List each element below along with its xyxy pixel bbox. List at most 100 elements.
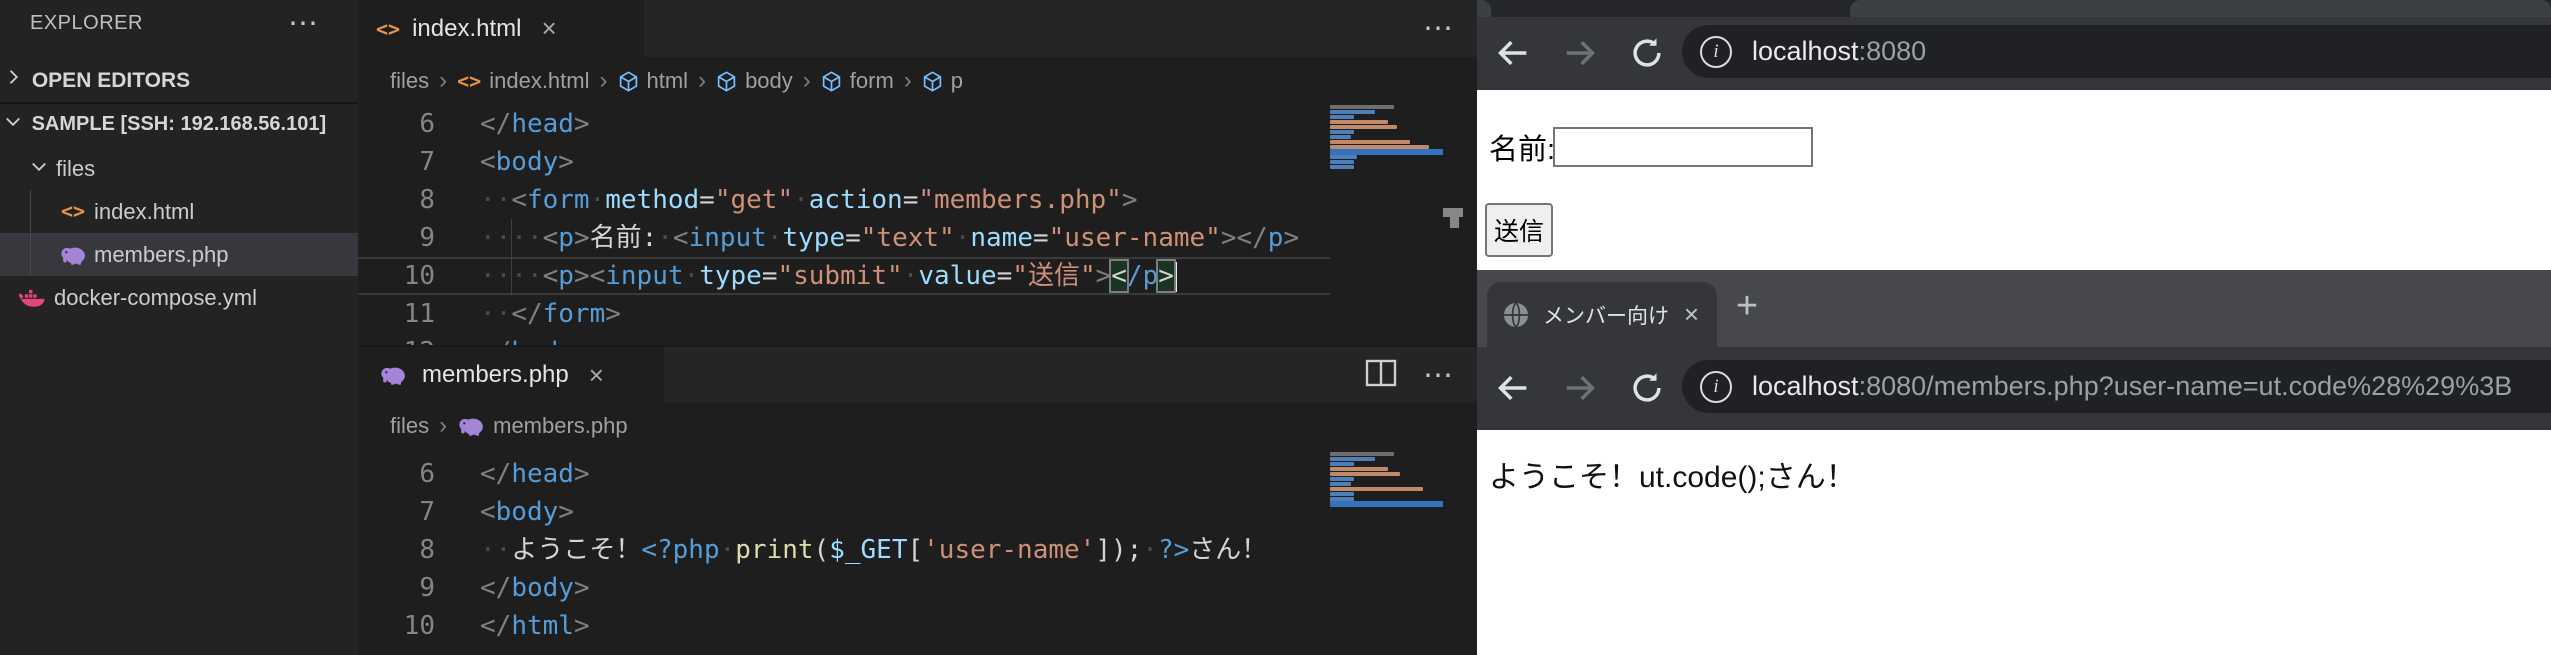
browser-tabstrip: [1477, 0, 2551, 17]
code-editor-members-php[interactable]: 5····<title>メンバー向け</title>6</head>7<body…: [358, 448, 1330, 655]
back-button[interactable]: [1491, 31, 1535, 75]
browser-page-result: ようこそ！ut.code();さん！: [1477, 430, 2551, 655]
browser-tabbar: メンバー向け × +: [1477, 270, 2551, 347]
name-label: 名前:: [1489, 126, 1555, 168]
code-line-7: 7<body>: [358, 493, 1330, 531]
code-line-10: 10</html>: [358, 607, 1330, 645]
breadcrumb-item-files[interactable]: files: [390, 68, 429, 94]
browser-tab-fragment[interactable]: [1477, 0, 1491, 17]
editor-group-2-tabbar: members.php × ⋯: [358, 345, 1477, 403]
forward-button[interactable]: [1558, 31, 1602, 75]
tab-close-icon[interactable]: ×: [1684, 299, 1699, 330]
file-label: docker-compose.yml: [54, 276, 257, 319]
tree-indent-guide: [30, 190, 31, 276]
explorer-file-members-php[interactable]: members.php: [0, 233, 414, 276]
breadcrumb: files › members.php: [358, 403, 1477, 448]
editor-group-1-tabbar: <> index.html × ⋯: [358, 0, 1477, 57]
breadcrumb-separator: ›: [439, 67, 447, 95]
breadcrumb: files›<>index.html›html›body›form›p: [358, 57, 1477, 105]
breadcrumb-item-body[interactable]: body: [716, 68, 793, 94]
editor-more-icon[interactable]: ⋯: [1423, 358, 1453, 393]
php-file-icon: [56, 243, 90, 267]
url-host: localhost: [1752, 371, 1859, 401]
tab-label: index.html: [412, 15, 521, 43]
chevron-down-icon: [0, 104, 26, 145]
breadcrumb-separator: ›: [439, 412, 447, 440]
open-editors-section[interactable]: OPEN EDITORS: [0, 60, 358, 102]
browser-window-top: i localhost:8080 名前: 送信: [1477, 0, 2551, 270]
close-icon[interactable]: ×: [589, 360, 604, 391]
chevron-down-icon: [26, 147, 52, 190]
explorer-more-icon[interactable]: ⋯: [288, 6, 318, 41]
url-text[interactable]: localhost:8080: [1752, 36, 1926, 67]
browser-page-form: 名前: 送信: [1477, 90, 2551, 270]
explorer-sidebar: EXPLORER ⋯ OPEN EDITORS SAMPLE [SSH: 192…: [0, 0, 358, 655]
reload-button[interactable]: [1625, 31, 1669, 75]
workspace-section[interactable]: SAMPLE [SSH: 192.168.56.101]: [0, 103, 358, 145]
editor-more-icon[interactable]: ⋯: [1423, 11, 1453, 46]
back-button[interactable]: [1491, 366, 1535, 410]
explorer-header: EXPLORER ⋯: [0, 0, 358, 48]
code-line-7: 7<body>: [358, 143, 1330, 181]
breadcrumb-item-files[interactable]: files: [390, 413, 429, 439]
url-text[interactable]: localhost:8080/members.php?user-name=ut.…: [1752, 371, 2512, 402]
browser-tab-members[interactable]: メンバー向け ×: [1487, 282, 1717, 347]
cube-icon: [922, 71, 943, 92]
code-line-6: 6</head>: [358, 105, 1330, 143]
address-bar[interactable]: i localhost:8080/members.php?user-name=u…: [1682, 360, 2551, 413]
code-line-8: 8··<form·method="get"·action="members.ph…: [358, 181, 1330, 219]
minimap[interactable]: [1330, 452, 1443, 655]
file-label: files: [56, 147, 95, 190]
code-line-6: 6</head>: [358, 455, 1330, 493]
explorer-file-files[interactable]: files: [0, 147, 384, 190]
cube-icon: [716, 71, 737, 92]
minimap[interactable]: [1330, 105, 1443, 345]
reload-button[interactable]: [1625, 366, 1669, 410]
split-editor-icon[interactable]: [1365, 359, 1397, 392]
code-editor-index-html[interactable]: 6</head>7<body>8··<form·method="get"·act…: [358, 105, 1330, 345]
breadcrumb-separator: ›: [698, 67, 706, 95]
breadcrumb-item-p[interactable]: p: [922, 68, 963, 94]
workspace-label: SAMPLE [SSH: 192.168.56.101]: [32, 113, 327, 135]
file-label: index.html: [94, 190, 194, 233]
explorer-title: EXPLORER: [30, 12, 143, 35]
code-line-12: 12</body>: [358, 333, 1330, 345]
chevron-right-icon: [0, 60, 26, 102]
submit-button[interactable]: 送信: [1485, 203, 1553, 257]
code-line-9: 9····<p>名前:·<input·type="text"·name="use…: [358, 219, 1330, 257]
minimap-current-line: [1330, 501, 1443, 507]
tab-members-php[interactable]: members.php ×: [358, 347, 664, 403]
browser-window-bottom: メンバー向け × + i localhost:8080/members.php?…: [1477, 270, 2551, 655]
address-bar[interactable]: i localhost:8080: [1682, 25, 2551, 78]
name-input[interactable]: [1553, 127, 1813, 167]
breadcrumb-separator: ›: [904, 67, 912, 95]
minimap-current-line: [1330, 149, 1443, 155]
breadcrumb-item-form[interactable]: form: [821, 68, 894, 94]
globe-icon: [1501, 300, 1531, 330]
browser-active-tab-fragment[interactable]: [1850, 0, 2551, 17]
tab-index-html[interactable]: <> index.html ×: [358, 0, 644, 57]
scrollbar-marker-stem[interactable]: [1450, 217, 1459, 228]
html-file-icon: <>: [56, 190, 90, 233]
tab-label: members.php: [422, 361, 569, 389]
close-icon[interactable]: ×: [541, 13, 556, 44]
forward-button[interactable]: [1558, 366, 1602, 410]
code-line-9: 9</body>: [358, 569, 1330, 607]
indent-guide: [511, 219, 512, 295]
site-info-icon[interactable]: i: [1700, 371, 1732, 403]
code-line-8: 8··ようこそ！<?php·print($_GET['user-name']);…: [358, 531, 1330, 569]
html-icon: <>: [457, 69, 481, 93]
url-host: localhost: [1752, 36, 1859, 66]
breadcrumb-item-html[interactable]: html: [618, 68, 689, 94]
explorer-file-index-html[interactable]: <>index.html: [0, 190, 414, 233]
explorer-file-docker-compose-yml[interactable]: docker-compose.yml: [0, 276, 374, 319]
site-info-icon[interactable]: i: [1700, 36, 1732, 68]
browser-tab-title: メンバー向け: [1543, 300, 1669, 330]
new-tab-button[interactable]: +: [1725, 284, 1769, 328]
breadcrumb-item-index-html[interactable]: <>index.html: [457, 68, 589, 94]
url-rest: :8080: [1859, 36, 1927, 66]
text-caret: [1175, 262, 1177, 292]
scrollbar-marker[interactable]: [1443, 208, 1463, 217]
breadcrumb-item-members-php[interactable]: members.php: [457, 413, 628, 439]
cube-icon: [821, 71, 842, 92]
